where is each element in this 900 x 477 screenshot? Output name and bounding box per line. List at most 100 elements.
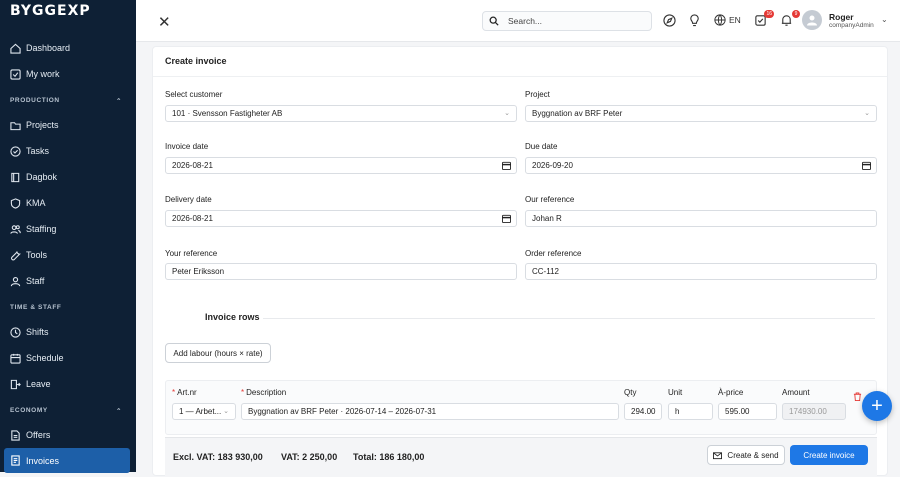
add-row-fab-button[interactable]: + bbox=[862, 391, 892, 421]
your-reference-value: Peter Eriksson bbox=[172, 267, 225, 276]
customer-select[interactable]: 101 · Svensson Fastigheter AB ⌄ bbox=[165, 105, 517, 122]
sidebar-item-dashboard[interactable]: Dashboard bbox=[0, 35, 136, 61]
section-time-staff[interactable]: TIME & STAFF bbox=[0, 296, 136, 319]
customer-label: Select customer bbox=[165, 90, 223, 99]
section-economy[interactable]: ECONOMY ⌃ bbox=[0, 399, 136, 422]
create-send-label: Create & send bbox=[727, 450, 779, 460]
lightbulb-icon[interactable] bbox=[688, 14, 702, 28]
art-nr-header: * Art.nr bbox=[172, 388, 197, 397]
sidebar-item-leave[interactable]: Leave bbox=[0, 371, 136, 397]
sidebar-item-label: Staffing bbox=[26, 224, 57, 234]
vat-total: VAT: 2 250,00 bbox=[281, 452, 338, 462]
section-title: ECONOMY bbox=[10, 407, 48, 414]
bell-icon[interactable]: 9 bbox=[780, 10, 800, 28]
description-header: * Description bbox=[241, 388, 287, 397]
brand-logo[interactable]: BYGGEXP bbox=[0, 0, 136, 24]
unit-field[interactable]: h bbox=[668, 403, 713, 420]
avatar[interactable] bbox=[802, 10, 822, 30]
sidebar-item-label: Dagbok bbox=[26, 172, 58, 182]
sidebar-item-schedule[interactable]: Schedule bbox=[0, 345, 136, 371]
chevron-up-icon: ⌃ bbox=[115, 407, 122, 415]
user-name[interactable]: Roger bbox=[829, 12, 854, 22]
close-icon[interactable]: ✕ bbox=[158, 13, 171, 31]
calendar-icon[interactable] bbox=[502, 214, 511, 225]
add-labour-button[interactable]: Add labour (hours × rate) bbox=[165, 343, 271, 363]
tasks-icon[interactable]: 16 bbox=[754, 10, 774, 28]
sidebar-item-tools[interactable]: Tools bbox=[0, 242, 136, 268]
trash-icon[interactable] bbox=[853, 390, 863, 401]
sidebar-item-label: Shifts bbox=[26, 327, 49, 337]
notifications-badge: 9 bbox=[792, 10, 800, 18]
plus-icon: + bbox=[871, 394, 883, 417]
order-reference-label: Order reference bbox=[525, 249, 582, 258]
shield-icon bbox=[10, 197, 21, 209]
delivery-date-label: Delivery date bbox=[165, 195, 212, 204]
order-reference-value: CC-112 bbox=[532, 267, 559, 276]
price-field[interactable]: 595.00 bbox=[718, 403, 777, 420]
qty-field[interactable]: 294.00 bbox=[624, 403, 662, 420]
invoice-date-label: Invoice date bbox=[165, 142, 209, 151]
due-date-value: 2026-09-20 bbox=[532, 161, 573, 170]
sidebar-item-dagbok[interactable]: Dagbok bbox=[0, 164, 136, 190]
sidebar-item-staffing[interactable]: Staffing bbox=[0, 216, 136, 242]
mail-icon bbox=[713, 451, 723, 459]
unit-header: Unit bbox=[668, 388, 683, 397]
totals-bar: Excl. VAT: 183 930,00 VAT: 2 250,00 Tota… bbox=[165, 437, 877, 477]
checkbox-icon bbox=[10, 68, 21, 80]
tasks-badge: 16 bbox=[764, 10, 774, 18]
price-header: À-price bbox=[718, 388, 744, 397]
invoice-date-field[interactable]: 2026-08-21 bbox=[165, 157, 517, 174]
divider bbox=[153, 76, 887, 77]
language-selector[interactable]: EN bbox=[714, 14, 741, 26]
sidebar-item-tasks[interactable]: Tasks bbox=[0, 138, 136, 164]
unit-value: h bbox=[675, 407, 680, 416]
sidebar-item-kma[interactable]: KMA bbox=[0, 190, 136, 216]
description-field[interactable]: Byggnation av BRF Peter · 2026-07-14 – 2… bbox=[241, 403, 619, 420]
sidebar-item-projects[interactable]: Projects bbox=[0, 112, 136, 138]
your-reference-field[interactable]: Peter Eriksson bbox=[165, 263, 517, 280]
due-date-field[interactable]: 2026-09-20 bbox=[525, 157, 877, 174]
chevron-down-icon: ⌄ bbox=[864, 110, 870, 117]
calendar-icon[interactable] bbox=[862, 161, 871, 172]
divider bbox=[263, 318, 875, 319]
sidebar-item-shifts[interactable]: Shifts bbox=[0, 319, 136, 345]
amount-field: 174930.00 bbox=[782, 403, 846, 420]
delivery-date-field[interactable]: 2026-08-21 bbox=[165, 210, 517, 227]
search-input[interactable]: Search... bbox=[482, 11, 652, 31]
sidebar-item-staff[interactable]: Staff bbox=[0, 268, 136, 294]
sidebar-item-label: Invoices bbox=[26, 455, 60, 466]
create-invoice-card: Create invoice Select customer 101 · Sve… bbox=[152, 46, 888, 477]
invoice-row: * Art.nr * Description Qty Unit À-price Am… bbox=[165, 380, 877, 435]
description-value: Byggnation av BRF Peter · 2026-07-14 – 2… bbox=[248, 407, 437, 416]
amount-header: Amount bbox=[782, 388, 810, 397]
excl-vat-total: Excl. VAT: 183 930,00 bbox=[173, 452, 263, 462]
order-reference-field[interactable]: CC-112 bbox=[525, 263, 877, 280]
invoice-icon bbox=[10, 455, 21, 466]
sidebar-item-invoices[interactable]: Invoices bbox=[4, 448, 130, 473]
sidebar-item-offers[interactable]: Offers bbox=[0, 422, 136, 448]
sidebar-item-label: Tasks bbox=[26, 146, 50, 156]
sidebar-item-label: Offers bbox=[26, 430, 51, 440]
check-circle-icon bbox=[10, 145, 21, 157]
compass-icon[interactable] bbox=[663, 14, 677, 28]
users-icon bbox=[10, 224, 21, 235]
user-role: companyAdmin bbox=[829, 22, 874, 29]
create-send-button[interactable]: Create & send bbox=[707, 445, 785, 465]
our-reference-field[interactable]: Johan R bbox=[525, 210, 877, 227]
invoice-rows-title: Invoice rows bbox=[205, 312, 260, 322]
invoice-date-value: 2026-08-21 bbox=[172, 161, 213, 170]
project-select[interactable]: Byggnation av BRF Peter ⌄ bbox=[525, 105, 877, 122]
sidebar-item-my-work[interactable]: My work bbox=[0, 61, 136, 87]
section-production[interactable]: PRODUCTION ⌃ bbox=[0, 89, 136, 112]
art-nr-select[interactable]: 1 — Arbet... ⌄ bbox=[172, 403, 236, 420]
our-reference-value: Johan R bbox=[532, 214, 562, 223]
search-placeholder: Search... bbox=[508, 16, 543, 26]
qty-value: 294.00 bbox=[631, 407, 656, 416]
chevron-down-icon[interactable]: ⌄ bbox=[881, 15, 888, 24]
calendar-icon[interactable] bbox=[502, 161, 511, 172]
leave-icon bbox=[10, 379, 21, 390]
section-title: PRODUCTION bbox=[10, 97, 60, 104]
create-invoice-button[interactable]: Create invoice bbox=[790, 445, 868, 465]
sidebar-item-label: KMA bbox=[26, 198, 46, 208]
chevron-up-icon: ⌃ bbox=[115, 97, 122, 105]
